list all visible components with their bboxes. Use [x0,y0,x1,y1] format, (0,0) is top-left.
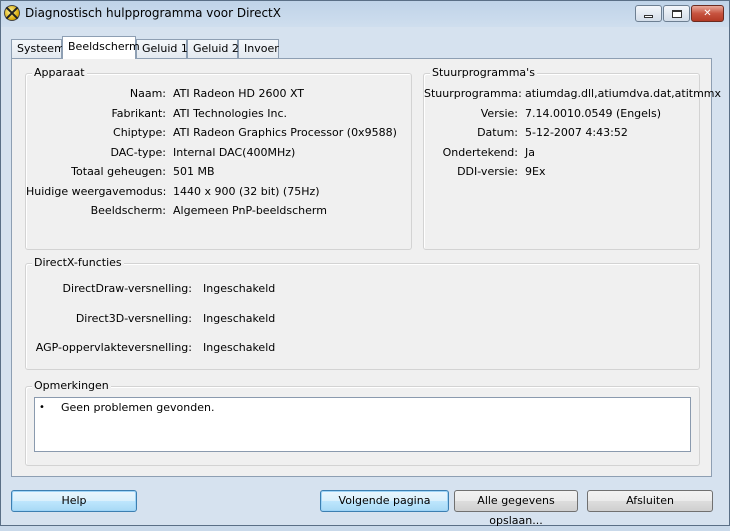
exit-button[interactable]: Afsluiten [587,490,713,512]
manufacturer-value: ATI Technologies Inc. [173,107,288,120]
close-icon: ✕ [703,8,712,19]
tab-geluid-1[interactable]: Geluid 1 [136,39,188,58]
note-item: Geen problemen gevonden. [61,401,215,414]
close-window-button[interactable]: ✕ [691,5,724,22]
driver-signed-value: Ja [525,146,535,159]
total-memory-value: 501 MB [173,165,215,178]
agp-value: Ingeschakeld [203,341,276,354]
driver-date-label: Datum: [477,126,518,139]
directx-features-group: DirectX-functies DirectDraw-versnelling:… [25,256,700,370]
next-page-button[interactable]: Volgende pagina [320,490,449,512]
directx-app-icon [4,5,20,21]
notes-textbox[interactable]: • Geen problemen gevonden. [34,397,691,452]
client-area: Systeem Beeldscherm Geluid 1 Geluid 2 In… [1,27,729,527]
window-title: Diagnostisch hulpprogramma voor DirectX [25,6,281,20]
maximize-icon [671,9,682,18]
display-mode-value: 1440 x 900 (32 bit) (75Hz) [173,185,320,198]
direct3d-label: Direct3D-versnelling: [75,312,192,325]
chip-type-label: Chiptype: [113,126,166,139]
tab-beeldscherm[interactable]: Beeldscherm [62,36,140,59]
title-bar[interactable]: Diagnostisch hulpprogramma voor DirectX … [1,1,729,27]
driver-date-value: 5-12-2007 4:43:52 [525,126,628,139]
monitor-value: Algemeen PnP-beeldscherm [173,204,327,217]
directdraw-value: Ingeschakeld [203,282,276,295]
driver-version-label: Versie: [480,107,518,120]
drivers-group-title: Stuurprogramma's [430,66,537,79]
tab-geluid-2[interactable]: Geluid 2 [187,39,239,58]
dxdiag-window: Diagnostisch hulpprogramma voor DirectX … [0,0,730,527]
manufacturer-label: Fabrikant: [111,107,166,120]
directdraw-label: DirectDraw-versnelling: [62,282,192,295]
device-group-title: Apparaat [32,66,87,79]
driver-files-label: Stuurprogramma: [424,87,522,100]
directx-features-group-title: DirectX-functies [32,256,124,269]
drivers-group: Stuurprogramma's Stuurprogramma: atiumda… [423,66,721,250]
device-name-value: ATI Radeon HD 2600 XT [173,87,305,100]
display-mode-label: Huidige weergavemodus: [26,185,167,198]
tab-systeem[interactable]: Systeem [11,39,65,58]
total-memory-label: Totaal geheugen: [71,165,166,178]
agp-label: AGP-oppervlakteversnelling: [35,341,192,354]
chip-type-value: ATI Radeon Graphics Processor (0x9588) [173,126,397,139]
save-all-info-button[interactable]: Alle gegevens opslaan... [454,490,578,527]
driver-version-value: 7.14.0010.0549 (Engels) [525,107,662,120]
monitor-label: Beeldscherm: [90,204,166,217]
driver-signed-label: Ondertekend: [442,146,518,159]
notes-group-title: Opmerkingen [32,379,111,392]
dac-type-value: Internal DAC(400MHz) [173,146,296,159]
minimize-icon [644,15,653,18]
tab-panel-beeldscherm: Apparaat Naam: ATI Radeon HD 2600 XT Fab… [11,58,721,477]
dac-type-label: DAC-type: [110,146,166,159]
device-group: Apparaat Naam: ATI Radeon HD 2600 XT Fab… [25,66,412,250]
direct3d-value: Ingeschakeld [203,312,276,325]
bullet-icon: • [39,402,45,413]
tab-invoer[interactable]: Invoer [238,39,279,58]
minimize-button[interactable] [635,5,662,22]
ddi-version-value: 9Ex [525,165,546,178]
ddi-version-label: DDI-versie: [457,165,518,178]
driver-files-value: atiumdag.dll,atiumdva.dat,atitmmx [525,87,722,100]
help-button[interactable]: Help [11,490,137,512]
device-name-label: Naam: [129,87,166,100]
notes-group: Opmerkingen • Geen problemen gevonden. [25,379,700,466]
maximize-button[interactable] [663,5,690,22]
